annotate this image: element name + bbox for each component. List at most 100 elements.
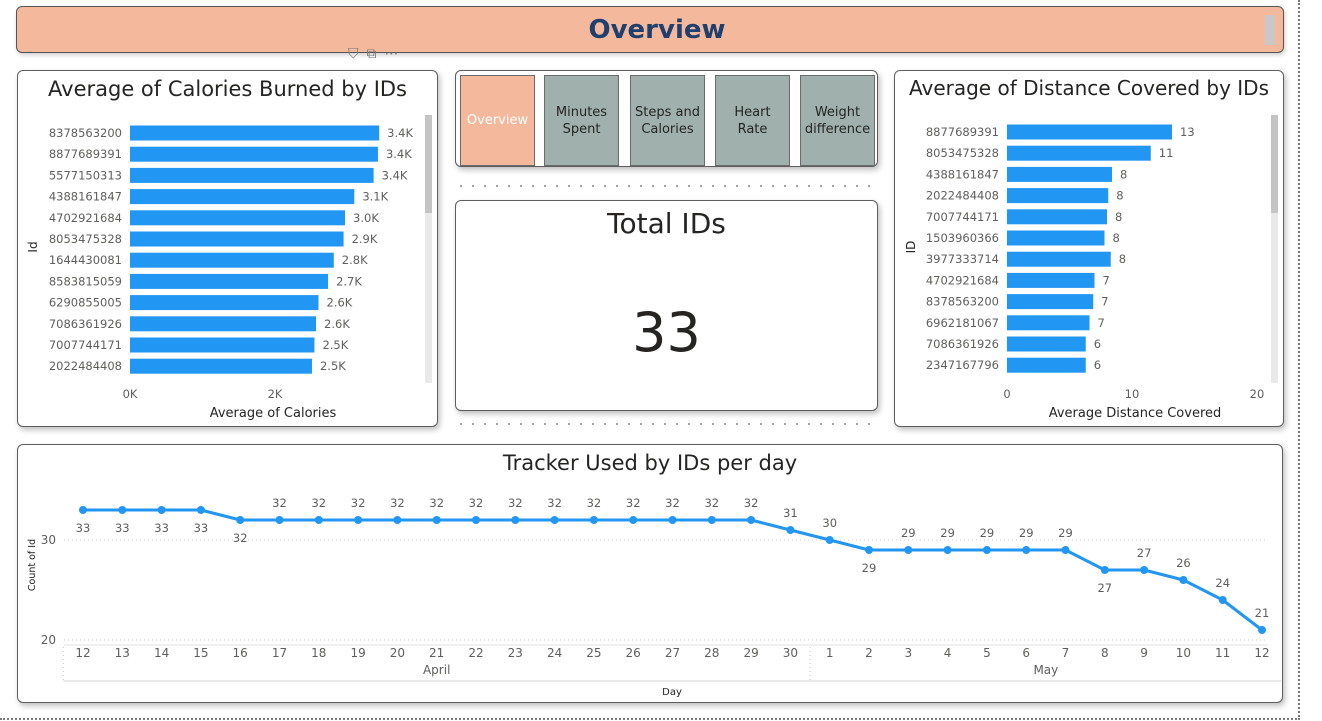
distance-category-label: 6962181067 xyxy=(926,316,999,330)
calories-category-label: 8378563200 xyxy=(49,126,122,140)
calories-bar xyxy=(130,146,378,162)
distance-bar xyxy=(1007,230,1105,246)
calories-bar xyxy=(130,231,344,247)
distance-category-label: 7086361926 xyxy=(926,337,999,351)
tracker-data-point xyxy=(747,516,756,524)
nav-button-overview[interactable]: Overview xyxy=(460,75,535,166)
tracker-x-tick-label: 10 xyxy=(1176,646,1191,660)
tracker-data-point xyxy=(196,506,205,514)
calories-bar xyxy=(130,337,315,353)
tracker-data-point xyxy=(79,506,87,514)
calories-data-label: 2.6K xyxy=(327,296,353,310)
calories-data-label: 3.0K xyxy=(353,211,379,225)
tracker-data-point xyxy=(943,546,952,554)
calories-x-tick-label: 2K xyxy=(268,387,283,401)
distance-chart-scrollbar[interactable] xyxy=(1271,115,1278,383)
tracker-x-tick-label: 5 xyxy=(983,646,991,660)
tracker-data-point xyxy=(1258,626,1266,634)
tracker-data-point xyxy=(550,516,559,524)
tracker-data-label: 32 xyxy=(390,496,405,510)
calories-bar xyxy=(130,252,334,268)
tracker-x-tick-label: 18 xyxy=(311,646,326,660)
distance-bar xyxy=(1007,294,1094,310)
calories-category-label: 4702921684 xyxy=(49,211,122,225)
tracker-data-point xyxy=(707,516,716,524)
tracker-data-label: 27 xyxy=(1137,546,1152,560)
overview-header: Overview xyxy=(16,6,1284,53)
tracker-data-label: 29 xyxy=(862,561,877,575)
tracker-x-tick-label: 11 xyxy=(1215,646,1230,660)
tracker-usage-card[interactable]: Tracker Used by IDs per day 20 30 Count of… xyxy=(17,444,1283,703)
calories-y-axis-title: Id xyxy=(26,241,40,252)
tracker-x-tick-label: 16 xyxy=(233,646,248,660)
distance-category-label: 2022484408 xyxy=(926,189,999,203)
calories-category-label: 7086361926 xyxy=(49,317,122,331)
filter-icon[interactable]: ⛉ xyxy=(348,46,367,62)
tracker-x-tick-label: 20 xyxy=(390,646,405,660)
calories-chart-scrollbar[interactable] xyxy=(425,115,432,383)
tracker-data-label: 29 xyxy=(1019,526,1034,540)
distance-category-label: 3977333714 xyxy=(926,252,999,266)
tracker-data-point xyxy=(982,546,991,554)
distance-data-label: 8 xyxy=(1119,252,1126,266)
distance-bar xyxy=(1007,336,1086,352)
tracker-y-axis-title: Count of Id xyxy=(27,539,38,591)
calories-data-label: 3.4K xyxy=(382,168,408,182)
tracker-data-point xyxy=(865,546,873,554)
distance-data-label: 7 xyxy=(1103,273,1110,287)
tracker-x-tick-label: 7 xyxy=(1062,646,1070,660)
tracker-data-point xyxy=(118,506,127,514)
distance-category-label: 1503960366 xyxy=(926,231,999,245)
calories-data-label: 2.8K xyxy=(342,253,368,267)
tracker-data-label: 24 xyxy=(1215,576,1230,590)
tracker-x-tick-label: 12 xyxy=(1254,646,1269,660)
tracker-data-point xyxy=(1100,566,1109,574)
tracker-data-point xyxy=(236,516,245,524)
nav-button-heart-rate[interactable]: Heart Rate xyxy=(715,75,790,166)
tracker-data-point xyxy=(157,506,166,514)
tracker-data-label: 29 xyxy=(901,526,916,540)
total-ids-card[interactable]: Total IDs 33 xyxy=(455,200,878,411)
distance-bar xyxy=(1007,166,1112,182)
nav-button-steps-calories[interactable]: Steps and Calories xyxy=(630,75,705,166)
tracker-x-tick-label: 26 xyxy=(626,646,641,660)
distance-y-axis-title: ID xyxy=(904,241,918,254)
distance-x-tick-label: 0 xyxy=(1003,387,1010,401)
calories-category-label: 8877689391 xyxy=(49,147,122,161)
calories-category-label: 7007744171 xyxy=(49,338,122,352)
tracker-x-tick-label: 8 xyxy=(1101,646,1109,660)
distance-data-label: 8 xyxy=(1120,167,1127,181)
calories-bar xyxy=(130,189,355,205)
tracker-data-label: 32 xyxy=(351,496,366,510)
tracker-data-label: 33 xyxy=(194,521,209,535)
focus-mode-icon[interactable]: ⧉ xyxy=(367,46,385,62)
more-options-icon[interactable]: ⋯ xyxy=(385,46,407,62)
tracker-data-point xyxy=(1218,596,1227,604)
visual-toolbar-icons[interactable]: ⛉⧉⋯ xyxy=(348,46,407,62)
tracker-x-tick-label: 2 xyxy=(865,646,873,660)
calories-data-label: 3.4K xyxy=(386,147,412,161)
calories-bar xyxy=(130,210,346,226)
tracker-data-point xyxy=(668,516,677,524)
nav-button-weight-difference[interactable]: Weight difference xyxy=(800,75,875,166)
calories-chart-card[interactable]: Average of Calories Burned by IDs 837856… xyxy=(17,70,438,427)
calories-data-label: 2.5K xyxy=(322,338,348,352)
distance-chart-card[interactable]: Average of Distance Covered by IDs 88776… xyxy=(894,70,1284,427)
tracker-month-label: May xyxy=(1033,663,1058,677)
tracker-data-point xyxy=(432,516,441,524)
distance-bar xyxy=(1007,209,1107,225)
distance-data-label: 13 xyxy=(1180,125,1195,139)
tracker-data-point xyxy=(314,516,323,524)
tracker-data-label: 32 xyxy=(744,496,759,510)
distance-category-label: 4702921684 xyxy=(926,273,999,287)
header-scrollbar[interactable] xyxy=(1265,15,1275,45)
tracker-data-label: 33 xyxy=(154,521,169,535)
tracker-x-tick-label: 9 xyxy=(1140,646,1148,660)
calories-data-label: 2.5K xyxy=(320,359,346,373)
tracker-data-point xyxy=(825,536,834,544)
distance-bar xyxy=(1007,145,1151,161)
distance-category-label: 2347167796 xyxy=(926,358,999,372)
nav-button-minutes-spent[interactable]: Minutes Spent xyxy=(544,75,619,166)
tracker-data-label: 27 xyxy=(1097,581,1112,595)
tracker-x-tick-label: 22 xyxy=(468,646,483,660)
